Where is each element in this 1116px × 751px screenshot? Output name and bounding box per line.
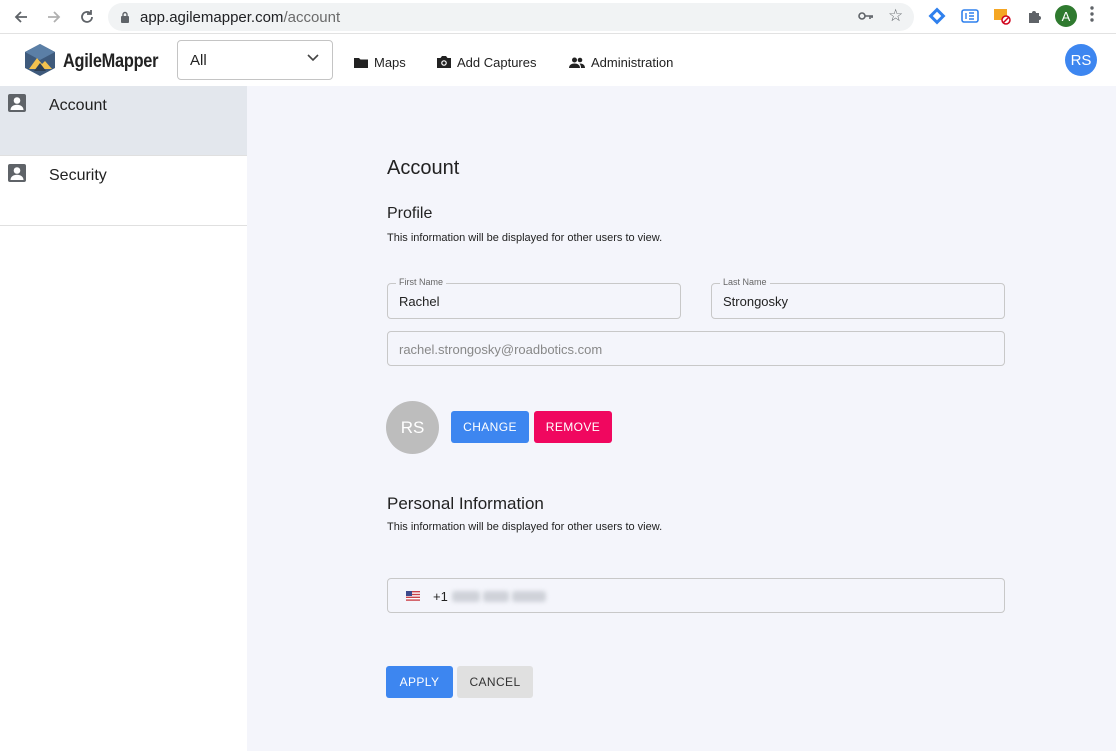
us-flag-icon[interactable] (406, 591, 420, 601)
reload-icon[interactable] (76, 6, 98, 28)
last-name-label: Last Name (720, 277, 770, 287)
user-avatar[interactable]: RS (1065, 44, 1097, 76)
chevron-down-icon (307, 54, 319, 62)
personal-info-heading: Personal Information (387, 494, 544, 513)
agilemapper-logo-icon[interactable] (24, 43, 56, 77)
last-name-field[interactable]: Last Name Strongosky (711, 277, 1005, 319)
last-name-value: Strongosky (723, 294, 789, 309)
address-bar[interactable]: app.agilemapper.com/account ☆ (108, 3, 914, 31)
remove-avatar-button[interactable]: REMOVE (534, 411, 612, 443)
phone-country-code: +1 (433, 589, 448, 604)
back-arrow-icon[interactable] (10, 6, 32, 28)
apply-button[interactable]: APPLY (386, 666, 453, 698)
profile-heading: Profile (387, 205, 433, 222)
key-icon[interactable] (858, 10, 874, 22)
account-box-icon (8, 164, 26, 182)
nav-maps-label: Maps (374, 54, 406, 70)
browser-profile-avatar[interactable]: A (1055, 5, 1077, 27)
folder-icon (354, 57, 368, 68)
sidebar-item-security[interactable]: Security (0, 156, 247, 226)
extension-diamond-icon[interactable] (927, 6, 947, 26)
workspace-select[interactable]: All (177, 40, 333, 80)
profile-description: This information will be displayed for o… (387, 232, 663, 244)
nav-add-captures-label: Add Captures (457, 54, 537, 70)
phone-number-redacted (452, 589, 552, 603)
email-field[interactable]: rachel.strongosky@roadbotics.com (387, 331, 1005, 366)
email-value: rachel.strongosky@roadbotics.com (399, 342, 603, 357)
star-icon[interactable]: ☆ (888, 6, 903, 26)
brand-name[interactable]: AgileMapper (63, 51, 158, 73)
first-name-label: First Name (396, 277, 447, 287)
page-title: Account (387, 157, 460, 179)
account-box-icon (8, 94, 26, 112)
change-avatar-button[interactable]: CHANGE (451, 411, 529, 443)
extension-reader-icon[interactable] (960, 6, 980, 26)
extension-blocked-icon[interactable] (992, 6, 1012, 26)
sidebar-item-account[interactable]: Account (0, 86, 247, 156)
personal-info-description: This information will be displayed for o… (387, 521, 663, 533)
main-content: Account Profile This information will be… (247, 86, 1116, 751)
forward-arrow-icon[interactable] (43, 6, 65, 28)
nav-maps[interactable]: Maps (354, 53, 406, 71)
cancel-button[interactable]: CANCEL (457, 666, 533, 698)
people-icon (569, 57, 585, 68)
workspace-select-value: All (190, 52, 207, 69)
nav-administration[interactable]: Administration (569, 53, 673, 71)
nav-administration-label: Administration (591, 54, 674, 70)
url-text: app.agilemapper.com/account (140, 9, 341, 26)
nav-add-captures[interactable]: Add Captures (437, 53, 537, 71)
sidebar-item-label: Security (49, 167, 107, 184)
sidebar-item-label: Account (49, 97, 107, 114)
first-name-field[interactable]: First Name Rachel (387, 277, 681, 319)
browser-menu-icon[interactable] (1090, 6, 1094, 27)
first-name-value: Rachel (399, 294, 440, 309)
puzzle-extensions-icon[interactable] (1024, 6, 1044, 26)
lock-icon (121, 11, 129, 23)
sidebar: Account Security (0, 86, 247, 751)
camera-icon (437, 56, 451, 68)
phone-field[interactable]: +1 (387, 578, 1005, 613)
profile-avatar: RS (386, 401, 439, 454)
browser-toolbar: app.agilemapper.com/account ☆ A (0, 0, 1116, 34)
app-header: AgileMapper All Maps Add Captures Admini… (0, 35, 1116, 86)
